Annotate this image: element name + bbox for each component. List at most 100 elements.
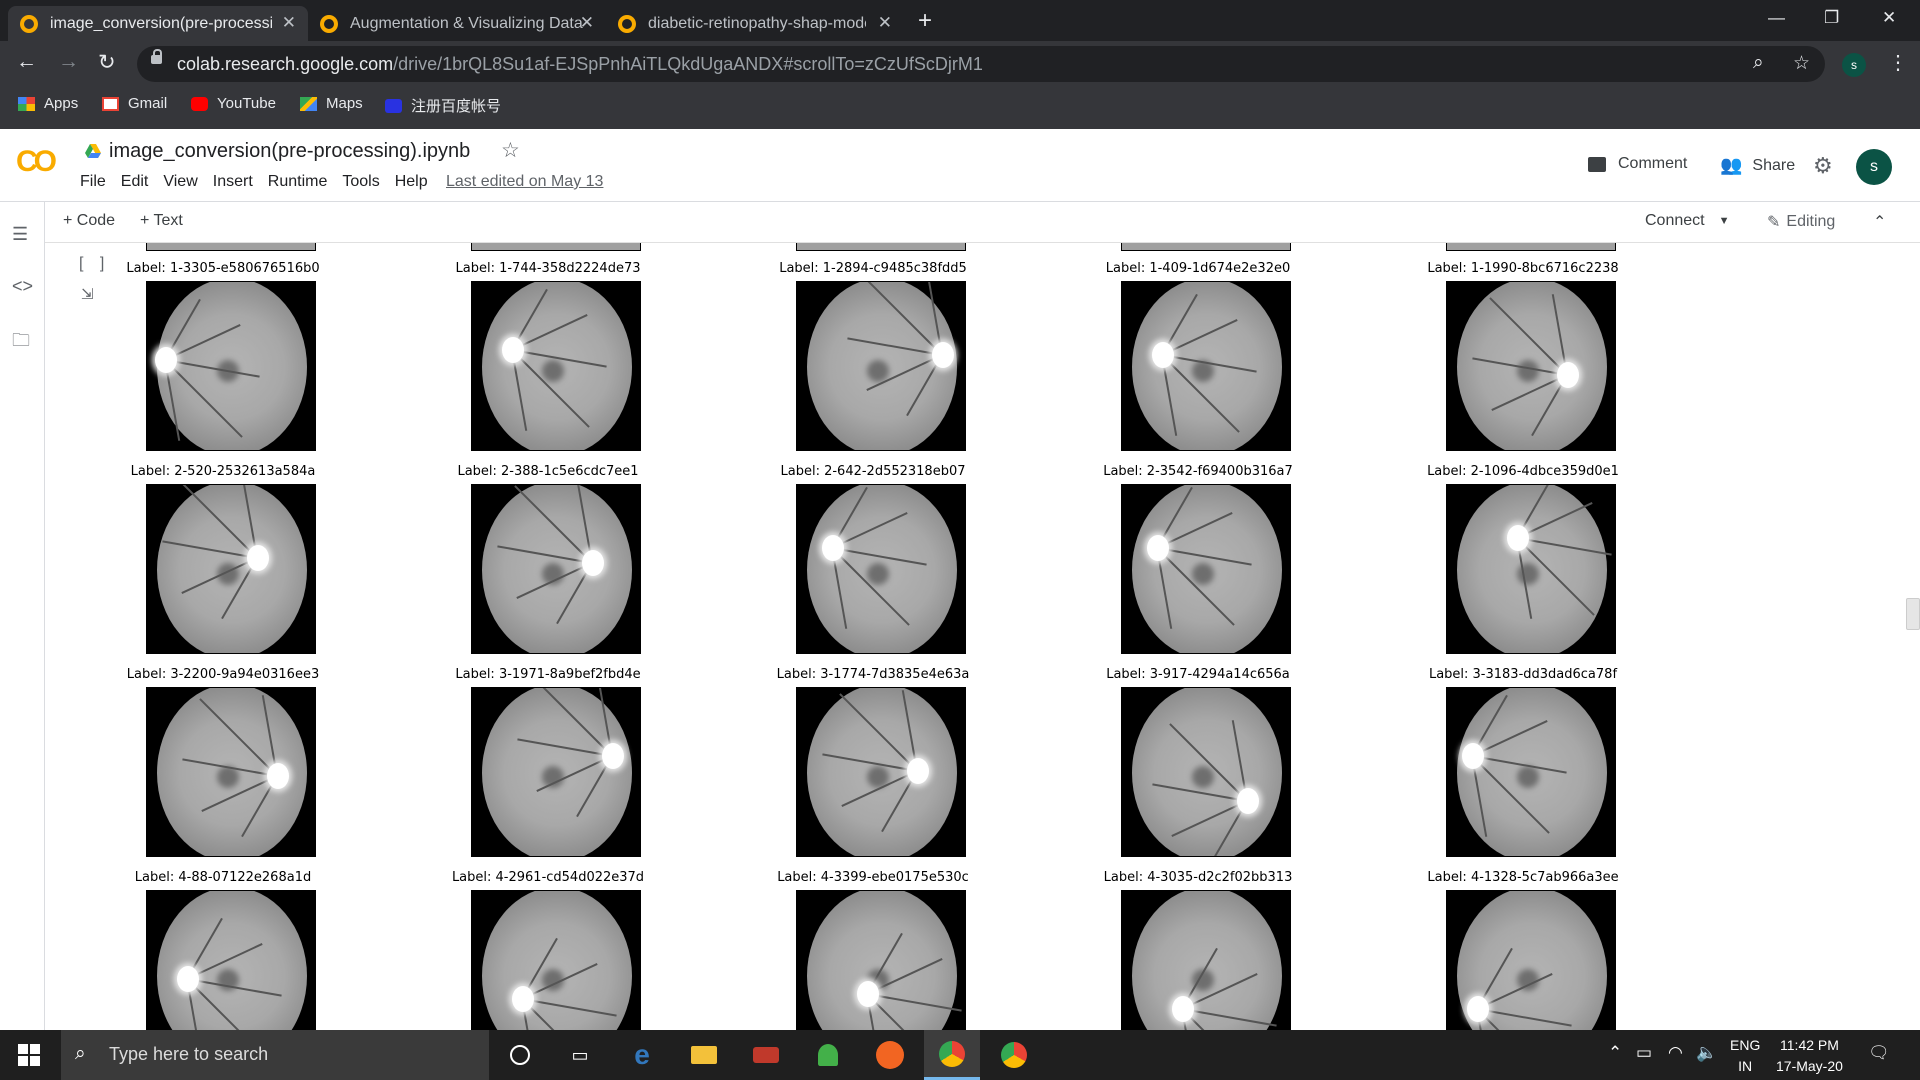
bookmark-gmail[interactable]: Gmail — [102, 95, 167, 112]
files-folder-icon[interactable]: 🗀 — [12, 328, 30, 358]
settings-gear-icon[interactable]: ⚙ — [1813, 153, 1833, 179]
apps-grid-icon — [18, 96, 35, 111]
editing-mode-button[interactable]: ✎ Editing — [1767, 212, 1835, 232]
menu-edit[interactable]: Edit — [121, 173, 149, 191]
add-code-button[interactable]: + Code — [63, 212, 115, 230]
user-avatar[interactable]: s — [1856, 149, 1892, 185]
star-icon[interactable]: ☆ — [501, 138, 520, 163]
output-actions-icon[interactable]: ⇲ — [81, 285, 97, 303]
action-center-icon[interactable]: 🗨 — [1868, 1043, 1890, 1063]
connect-button[interactable]: Connect ▼ — [1645, 212, 1729, 230]
close-tab-icon[interactable]: ✕ — [580, 13, 594, 33]
show-hidden-icons-chevron-icon[interactable]: ⌃ — [1608, 1043, 1622, 1063]
windows-start-icon[interactable] — [18, 1044, 40, 1066]
tab-image-conversion[interactable]: image_conversion(pre-processing) ✕ — [8, 6, 308, 41]
browser-toolbar: ← → ↻ colab.research.google.com/drive/1b… — [0, 41, 1920, 87]
game-app-icon[interactable] — [738, 1030, 794, 1080]
tab-diabetic-retinopathy[interactable]: diabetic-retinopathy-shap-model ✕ — [606, 6, 904, 41]
new-tab-icon[interactable]: + — [918, 7, 932, 35]
fundus-image — [146, 687, 316, 857]
fundus-image — [1121, 484, 1291, 654]
tab-augmentation[interactable]: Augmentation & Visualizing Data ✕ — [308, 6, 606, 41]
fundus-image — [1121, 687, 1291, 857]
task-view-icon[interactable]: ▭ — [552, 1030, 608, 1080]
restore-icon[interactable]: ❐ — [1824, 8, 1839, 28]
gmail-icon — [102, 96, 119, 111]
previous-row-image — [471, 243, 641, 251]
cortana-icon[interactable] — [492, 1030, 548, 1080]
bookmark-star-icon[interactable]: ☆ — [1793, 52, 1810, 75]
image-label: Label: 1-409-1d674e2e32e0 — [1105, 261, 1291, 276]
table-of-contents-icon[interactable]: ☰ — [12, 224, 28, 245]
colab-favicon-icon — [20, 14, 38, 33]
input-language-indicator[interactable]: ENG IN — [1730, 1035, 1760, 1077]
colab-logo[interactable]: CO — [16, 145, 57, 179]
fundus-image — [796, 687, 966, 857]
close-tab-icon[interactable]: ✕ — [878, 13, 892, 33]
address-bar[interactable]: colab.research.google.com/drive/1brQL8Su… — [137, 46, 1825, 82]
dropdown-caret-icon: ▼ — [1718, 215, 1730, 227]
bookmark-maps[interactable]: Maps — [300, 95, 363, 112]
zoom-icon[interactable]: ⌕ — [1753, 52, 1764, 74]
cell-run-bracket[interactable]: [ ] — [79, 255, 110, 273]
colab-favicon-icon — [320, 14, 338, 33]
retina-image-item: Label: 4-88-07122e268a1d — [113, 869, 333, 1030]
image-label: Label: 1-1990-8bc6716c2238 — [1427, 261, 1619, 276]
image-label: Label: 2-388-1c5e6cdc7ee1 — [457, 464, 639, 479]
code-snippets-icon[interactable]: <> — [12, 276, 33, 297]
bookmark-apps[interactable]: Apps — [18, 95, 78, 112]
minimize-icon[interactable]: — — [1768, 8, 1785, 28]
previous-row-image — [146, 243, 316, 251]
tab-title: image_conversion(pre-processing) — [50, 14, 272, 32]
retina-image-item: Label: 2-642-2d552318eb07 — [763, 463, 983, 654]
back-icon[interactable]: ← — [16, 50, 37, 74]
retina-image-item: Label: 3-2200-9a94e0316ee3 — [113, 666, 333, 857]
bookmark-youtube[interactable]: YouTube — [191, 95, 276, 112]
bookmark-baidu[interactable]: 注册百度帐号 — [385, 95, 501, 116]
image-label: Label: 1-3305-e580676516b0 — [126, 261, 320, 276]
edge-browser-icon[interactable]: e — [614, 1030, 670, 1080]
menu-tools[interactable]: Tools — [342, 173, 379, 191]
file-explorer-icon[interactable] — [676, 1030, 732, 1080]
add-text-button[interactable]: + Text — [140, 212, 183, 230]
menu-file[interactable]: File — [80, 173, 106, 191]
browser-tab-strip: image_conversion(pre-processing) ✕ Augme… — [0, 0, 1920, 41]
volume-icon[interactable]: 🔈 — [1696, 1043, 1717, 1063]
orange-app-icon[interactable] — [862, 1030, 918, 1080]
image-label: Label: 2-3542-f69400b316a7 — [1103, 464, 1293, 479]
retina-image-item: Label: 4-1328-5c7ab966a3ee — [1413, 869, 1633, 1030]
menu-runtime[interactable]: Runtime — [268, 173, 328, 191]
forward-icon[interactable]: → — [58, 50, 79, 74]
chrome-profile-avatar[interactable]: s — [1842, 53, 1866, 77]
comment-icon — [1588, 156, 1606, 172]
reload-icon[interactable]: ↻ — [98, 50, 116, 75]
menu-view[interactable]: View — [163, 173, 197, 191]
fundus-image — [1446, 687, 1616, 857]
collapse-chevron-icon[interactable]: ⌃ — [1873, 212, 1886, 232]
taskbar-clock[interactable]: 11:42 PM 17-May-20 — [1776, 1035, 1843, 1077]
share-button[interactable]: 👥 Share — [1720, 155, 1795, 176]
wifi-icon[interactable]: ◠ — [1668, 1043, 1683, 1063]
window-close-icon[interactable]: ✕ — [1882, 8, 1896, 28]
last-edited-link[interactable]: Last edited on May 13 — [446, 173, 603, 191]
notebook-title[interactable]: image_conversion(pre-processing).ipynb — [109, 140, 470, 163]
anaconda-icon[interactable] — [800, 1030, 856, 1080]
menu-help[interactable]: Help — [395, 173, 428, 191]
taskbar-search-box[interactable]: ⌕ Type here to search — [61, 1030, 489, 1080]
lock-icon — [151, 49, 162, 64]
page-scrollbar[interactable] — [1906, 598, 1920, 630]
image-label: Label: 1-744-358d2224de73 — [455, 261, 641, 276]
battery-icon[interactable]: ▭ — [1636, 1043, 1652, 1063]
close-tab-icon[interactable]: ✕ — [282, 13, 296, 33]
bookmark-label: Apps — [44, 95, 79, 112]
windows-taskbar: ⌕ Type here to search ▭ e ⌃ ▭ ◠ 🔈 ENG IN… — [0, 1030, 1920, 1080]
retina-image-item: Label: 4-2961-cd54d022e37d — [438, 869, 658, 1030]
chrome-profile-taskbar-icon[interactable] — [986, 1030, 1042, 1080]
retina-image-item: Label: 4-3399-ebe0175e530c — [763, 869, 983, 1030]
retina-image-item: Label: 1-3305-e580676516b0 — [113, 260, 333, 451]
chrome-menu-icon[interactable]: ⋮ — [1888, 50, 1908, 75]
chrome-taskbar-icon[interactable] — [924, 1030, 980, 1080]
colab-menu-bar: File Edit View Insert Runtime Tools Help — [80, 173, 443, 191]
comment-button[interactable]: Comment — [1588, 155, 1687, 173]
menu-insert[interactable]: Insert — [213, 173, 253, 191]
